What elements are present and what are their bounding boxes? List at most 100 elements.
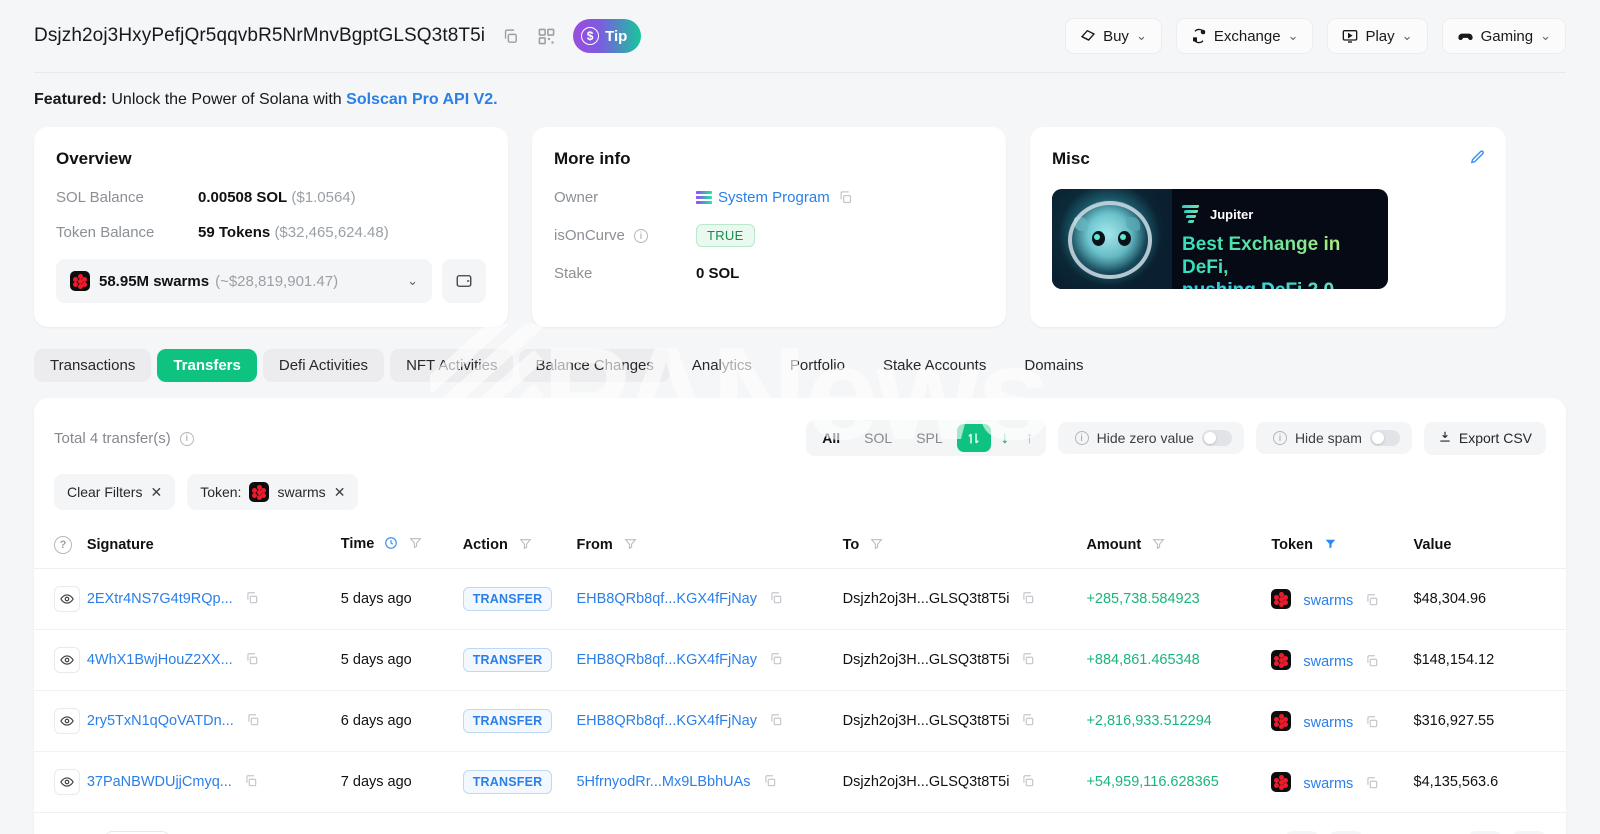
nav-gaming-button[interactable]: Gaming ⌄	[1441, 18, 1566, 54]
filter-icon[interactable]	[624, 538, 637, 554]
clock-icon[interactable]	[384, 537, 402, 554]
token-link[interactable]: swarms	[1303, 715, 1353, 731]
nav-play-button[interactable]: Play ⌄	[1327, 18, 1428, 54]
tab-defi-activities[interactable]: Defi Activities	[262, 349, 385, 382]
export-csv-button[interactable]: Export CSV	[1423, 421, 1546, 455]
copy-icon[interactable]	[763, 774, 777, 788]
nav-buy-button[interactable]: Buy ⌄	[1065, 18, 1162, 54]
featured-link[interactable]: Solscan Pro API V2.	[346, 91, 497, 108]
toggle-switch[interactable]	[1201, 430, 1232, 446]
filter-icon[interactable]	[1152, 538, 1165, 554]
token-link[interactable]: swarms	[1303, 593, 1353, 609]
tab-balance-changes[interactable]: Balance Changes	[519, 349, 670, 382]
eye-icon[interactable]	[54, 769, 80, 795]
hide-zero-value-toggle[interactable]: i Hide zero value	[1057, 422, 1244, 454]
tip-button[interactable]: $ Tip	[573, 19, 642, 53]
jupiter-ad-banner[interactable]: Jupiter Best Exchange in DeFi, pushing D…	[1052, 189, 1388, 289]
copy-icon[interactable]	[1021, 774, 1035, 788]
chevron-down-icon: ⌄	[1401, 28, 1413, 43]
copy-icon[interactable]	[245, 652, 259, 666]
cell-time: 5 days ago	[340, 629, 463, 691]
copy-icon[interactable]	[1365, 776, 1379, 790]
token-filter-chip[interactable]: Token: swarms ✕	[187, 474, 359, 510]
signature-link[interactable]: 2EXtr4NS7G4t9RQp...	[87, 591, 233, 607]
tab-nft-activities[interactable]: NFT Activities	[390, 349, 514, 382]
close-icon[interactable]: ✕	[150, 484, 162, 501]
copy-icon[interactable]	[1021, 591, 1035, 605]
action-tag: TRANSFER	[462, 648, 553, 672]
copy-icon[interactable]	[244, 774, 258, 788]
cell-to: Dsjzh2oj3H...GLSQ3t8T5i	[842, 568, 1087, 630]
nav-exchange-button[interactable]: Exchange ⌄	[1175, 18, 1314, 54]
close-icon[interactable]: ✕	[334, 484, 346, 501]
copy-icon[interactable]	[838, 190, 853, 205]
token-link[interactable]: swarms	[1303, 654, 1353, 670]
from-address-link[interactable]: EHB8QRb8qf...KGX4fFjNay	[576, 713, 757, 729]
copy-icon[interactable]	[1365, 593, 1379, 607]
tab-transfers[interactable]: Transfers	[157, 349, 257, 382]
table-row[interactable]: 37PaNBWDUjjCmyq... 7 days ago TRANSFER 5…	[34, 751, 1566, 813]
signature-link[interactable]: 37PaNBWDUjjCmyq...	[87, 774, 232, 790]
token-link[interactable]: swarms	[1303, 776, 1353, 792]
copy-icon[interactable]	[1021, 652, 1035, 666]
toggle-switch[interactable]	[1369, 430, 1400, 446]
token-dropdown[interactable]: 58.95M swarms (~$28,819,901.47) ⌄	[56, 259, 432, 303]
download-icon	[1438, 430, 1452, 447]
from-address-link[interactable]: EHB8QRb8qf...KGX4fFjNay	[576, 652, 757, 668]
direction-in-button[interactable]: ↓	[995, 428, 1016, 448]
copy-icon[interactable]	[1365, 715, 1379, 729]
copy-icon[interactable]	[1021, 713, 1035, 727]
eye-icon[interactable]	[54, 708, 80, 734]
filter-icon[interactable]	[409, 537, 423, 553]
table-row[interactable]: 2EXtr4NS7G4t9RQp... 5 days ago TRANSFER …	[34, 568, 1566, 630]
owner-link[interactable]: System Program	[718, 189, 830, 206]
tab-stake-accounts[interactable]: Stake Accounts	[867, 349, 1002, 382]
table-row[interactable]: 2ry5TxN1qQoVATDn... 6 days ago TRANSFER …	[34, 690, 1566, 752]
token-filter-label: Token:	[200, 484, 242, 500]
eye-icon[interactable]	[54, 586, 80, 612]
tab-transactions[interactable]: Transactions	[34, 349, 152, 382]
filter-icon[interactable]	[870, 538, 883, 554]
tab-portfolio[interactable]: Portfolio	[774, 349, 861, 382]
swarms-token-icon	[1271, 711, 1292, 731]
copy-icon[interactable]	[769, 652, 783, 666]
segment-sol[interactable]: SOL	[854, 426, 902, 450]
token-balance-label: Token Balance	[56, 224, 155, 241]
table-row[interactable]: 4WhX1BwjHouZ2XX... 5 days ago TRANSFER E…	[34, 629, 1566, 691]
direction-out-button[interactable]: ↑	[1019, 428, 1040, 448]
copy-icon[interactable]	[769, 713, 783, 727]
copy-icon[interactable]	[245, 591, 259, 605]
direction-both-button[interactable]	[956, 424, 991, 452]
copy-icon[interactable]	[499, 25, 521, 47]
info-icon[interactable]: i	[179, 431, 194, 446]
wallet-button[interactable]	[442, 259, 486, 303]
eye-icon[interactable]	[54, 647, 80, 673]
featured-text: Unlock the Power of Solana with	[111, 91, 342, 108]
copy-icon[interactable]	[246, 713, 260, 727]
tab-domains[interactable]: Domains	[1008, 349, 1099, 382]
token-selector-row: 58.95M swarms (~$28,819,901.47) ⌄	[56, 259, 486, 303]
from-address-link[interactable]: EHB8QRb8qf...KGX4fFjNay	[576, 591, 757, 607]
info-icon[interactable]: i	[634, 229, 649, 244]
filter-icon[interactable]	[519, 538, 532, 554]
edit-pencil-icon[interactable]	[1469, 149, 1486, 171]
status-badge: TRUE	[696, 224, 755, 247]
signature-link[interactable]: 2ry5TxN1qQoVATDn...	[87, 713, 234, 729]
segment-spl[interactable]: SPL	[906, 426, 952, 450]
from-address-link[interactable]: 5HfrnyodRr...Mx9LBbhUAs	[576, 774, 750, 790]
hide-spam-toggle[interactable]: i Hide spam	[1255, 422, 1412, 454]
featured-prefix: Featured:	[34, 91, 107, 108]
copy-icon[interactable]	[1365, 654, 1379, 668]
copy-icon[interactable]	[769, 591, 783, 605]
panel-tools: All SOL SPL ↓ ↑ i Hide zero value i Hide…	[806, 420, 1546, 456]
filter-icon-active[interactable]	[1324, 538, 1337, 554]
signature-link[interactable]: 4WhX1BwjHouZ2XX...	[87, 652, 233, 668]
sol-balance-label: SOL Balance	[56, 189, 144, 206]
cell-to: Dsjzh2oj3H...GLSQ3t8T5i	[842, 629, 1087, 691]
qr-code-icon[interactable]	[535, 25, 557, 47]
tab-analytics[interactable]: Analytics	[676, 349, 768, 382]
clear-filters-chip[interactable]: Clear Filters ✕	[54, 474, 176, 510]
owner-value: System Program	[696, 189, 853, 206]
segment-all[interactable]: All	[812, 426, 850, 450]
help-icon[interactable]: ?	[54, 536, 72, 554]
